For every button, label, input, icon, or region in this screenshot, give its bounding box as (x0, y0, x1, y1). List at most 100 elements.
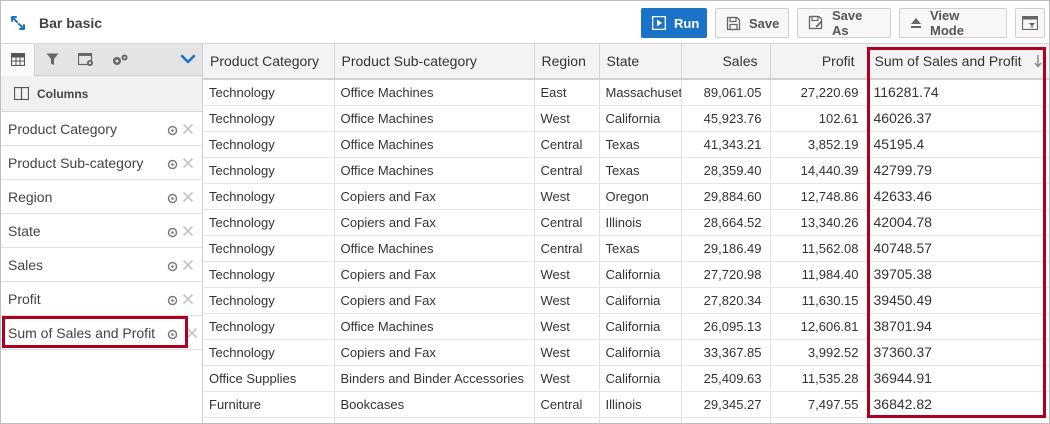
data-table: Product Category Product Sub-category Regi… (203, 44, 1049, 423)
table-cell: East (534, 79, 600, 106)
table-row[interactable]: Technology Office Machines West California 2… (203, 313, 1049, 340)
close-icon[interactable] (182, 122, 194, 138)
table-cell: 38701.94 (867, 313, 1049, 340)
filter-panel-button[interactable] (1015, 8, 1045, 38)
table-row[interactable]: Furniture Bookcases Central Illinois 29,345.… (203, 391, 1049, 418)
close-icon[interactable] (182, 224, 194, 240)
table-cell: Office Supplies (203, 365, 335, 392)
table-cell: 12,748.86 (770, 183, 868, 210)
table-row[interactable]: Technology Office Machines Central Texas 41,… (203, 131, 1049, 158)
table-cell: Technology (203, 131, 335, 158)
sort-descending-icon[interactable] (1033, 54, 1043, 71)
column-header[interactable]: Sum of Sales and Profit (867, 44, 1049, 80)
table-row[interactable]: Technology Copiers and Fax Central Illinois… (203, 209, 1049, 236)
table-cell: Furniture (203, 391, 335, 418)
table-cell: 27,820.34 (681, 287, 771, 314)
column-item[interactable]: Sales (1, 248, 202, 282)
table-row[interactable]: Technology Copiers and Fax West Oregon 29,88… (203, 183, 1049, 210)
table-cell: 42799.79 (867, 157, 1049, 184)
gear-icon[interactable] (167, 157, 178, 173)
table-cell: 29,884.60 (681, 183, 771, 210)
table-cell: Copiers and Fax (334, 209, 535, 236)
table-cell: 39450.49 (867, 287, 1049, 314)
table-row[interactable]: Technology Copiers and Fax West California 3… (203, 339, 1049, 366)
gear-icon[interactable] (167, 327, 178, 343)
table-row[interactable]: TechnologyOffice MachinesEastMassachuset… (203, 79, 1049, 106)
table-row[interactable]: Technology Office Machines Central Texas 29,… (203, 235, 1049, 262)
close-icon[interactable] (182, 258, 194, 274)
gear-icon[interactable] (167, 225, 178, 241)
table-row[interactable]: Technology Copiers and Fax West California 2… (203, 261, 1049, 288)
table-cell: 40748.57 (867, 235, 1049, 262)
table-cell: Oregon (599, 183, 682, 210)
table-cell: Texas (599, 157, 682, 184)
column-header[interactable]: State (599, 44, 682, 80)
window-settings-icon (78, 52, 93, 66)
table-cell: Technology (203, 157, 335, 184)
table-cell (599, 417, 682, 423)
run-label: Run (674, 15, 700, 31)
gear-icon[interactable] (167, 123, 178, 139)
table-cell: 27,220.69 (770, 79, 868, 106)
table-cell: Technology (203, 261, 335, 288)
tab-display-settings[interactable] (69, 44, 103, 76)
table-cell: 29,345.27 (681, 391, 771, 418)
column-header[interactable]: Region (534, 44, 600, 80)
table-cell: California (599, 261, 682, 288)
table-cell: Copiers and Fax (334, 261, 535, 288)
table-cell: 89,061.05 (681, 79, 771, 106)
gear-icon[interactable] (167, 191, 178, 207)
table-cell: West (534, 365, 600, 392)
table-cell: 7,497.55 (770, 391, 868, 418)
save-icon (726, 16, 741, 30)
save-button[interactable]: Save (715, 8, 789, 38)
close-icon[interactable] (186, 326, 198, 342)
view-mode-button[interactable]: View Mode (899, 8, 1007, 38)
close-icon[interactable] (182, 190, 194, 206)
column-item[interactable]: Region (1, 180, 202, 214)
table-row[interactable]: Technology Office Machines Central Texas 28,… (203, 157, 1049, 184)
table-cell: 28,359.40 (681, 157, 771, 184)
table-cell: Copiers and Fax (334, 287, 535, 314)
table-cell (681, 417, 771, 423)
table-cell: Illinois (599, 391, 682, 418)
column-item[interactable]: Profit (1, 282, 202, 316)
window-filter-icon (1022, 16, 1038, 30)
column-header[interactable]: Profit (770, 44, 868, 80)
table-cell: California (599, 105, 682, 132)
run-button[interactable]: Run (641, 8, 707, 38)
save-as-button[interactable]: Save As (797, 8, 891, 38)
column-item[interactable]: State (1, 214, 202, 248)
tab-filter[interactable] (35, 44, 69, 76)
filter-icon (46, 53, 58, 65)
close-icon[interactable] (182, 292, 194, 308)
tab-columns[interactable] (1, 43, 35, 76)
title-area: Bar basic (9, 1, 102, 44)
column-item[interactable]: Product Category (1, 112, 202, 146)
expand-icon[interactable] (9, 14, 27, 32)
table-cell: California (599, 339, 682, 366)
table-cell: 26,095.13 (681, 313, 771, 340)
column-item[interactable]: Sum of Sales and Profit (1, 316, 202, 350)
chevron-down-icon[interactable] (180, 52, 196, 69)
columns-section-header[interactable]: Columns (1, 76, 202, 112)
table-cell: 25,409.63 (681, 365, 771, 392)
column-header[interactable]: Product Category (203, 44, 335, 80)
table-row[interactable]: Technology Copiers and Fax West California 2… (203, 287, 1049, 314)
table-cell: Technology (203, 105, 335, 132)
close-icon[interactable] (182, 156, 194, 172)
tab-settings[interactable] (103, 44, 137, 76)
gear-icon[interactable] (167, 259, 178, 275)
table-cell: Technology (203, 235, 335, 262)
table-cell (770, 417, 868, 423)
table-cell (534, 417, 600, 423)
table-cell: 45195.4 (867, 131, 1049, 158)
table-row[interactable]: Technology Office Machines West California 4… (203, 105, 1049, 132)
column-header[interactable]: Sales (681, 44, 771, 80)
column-item[interactable]: Product Sub-category (1, 146, 202, 180)
column-header[interactable]: Product Sub-category (334, 44, 535, 80)
table-row[interactable] (203, 417, 1049, 423)
table-body: TechnologyOffice MachinesEastMassachuset… (203, 79, 1049, 423)
gear-icon[interactable] (167, 293, 178, 309)
table-row[interactable]: Office Supplies Binders and Binder Access… (203, 365, 1049, 392)
